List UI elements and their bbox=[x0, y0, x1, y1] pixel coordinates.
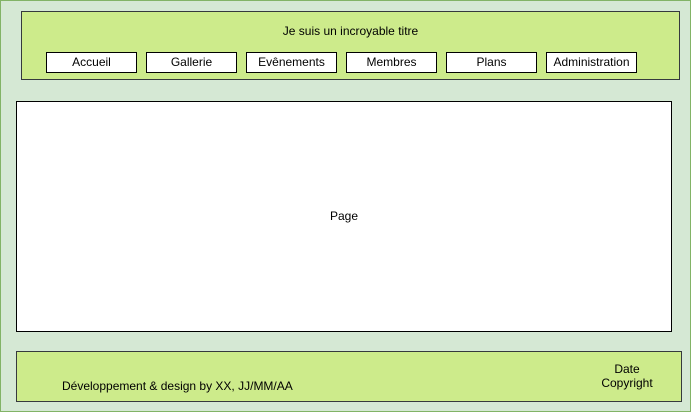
site-footer: Développement & design by XX, JJ/MM/AA D… bbox=[16, 351, 682, 402]
footer-credit: Développement & design by XX, JJ/MM/AA bbox=[62, 379, 293, 393]
nav-item-evenements[interactable]: Evênements bbox=[246, 52, 337, 73]
page-label: Page bbox=[329, 209, 359, 223]
page-content-area: Page bbox=[16, 101, 672, 332]
nav-item-accueil[interactable]: Accueil bbox=[46, 52, 137, 73]
nav-item-gallerie[interactable]: Gallerie bbox=[146, 52, 237, 73]
site-title: Je suis un incroyable titre bbox=[282, 24, 419, 38]
nav-item-membres[interactable]: Membres bbox=[346, 52, 437, 73]
footer-copyright: Copyright bbox=[601, 376, 653, 390]
site-header: Je suis un incroyable titre Accueil Gall… bbox=[21, 11, 680, 80]
wireframe-canvas: Je suis un incroyable titre Accueil Gall… bbox=[0, 0, 691, 412]
nav-item-plans[interactable]: Plans bbox=[446, 52, 537, 73]
nav-item-administration[interactable]: Administration bbox=[546, 52, 637, 73]
footer-date: Date bbox=[614, 362, 640, 376]
